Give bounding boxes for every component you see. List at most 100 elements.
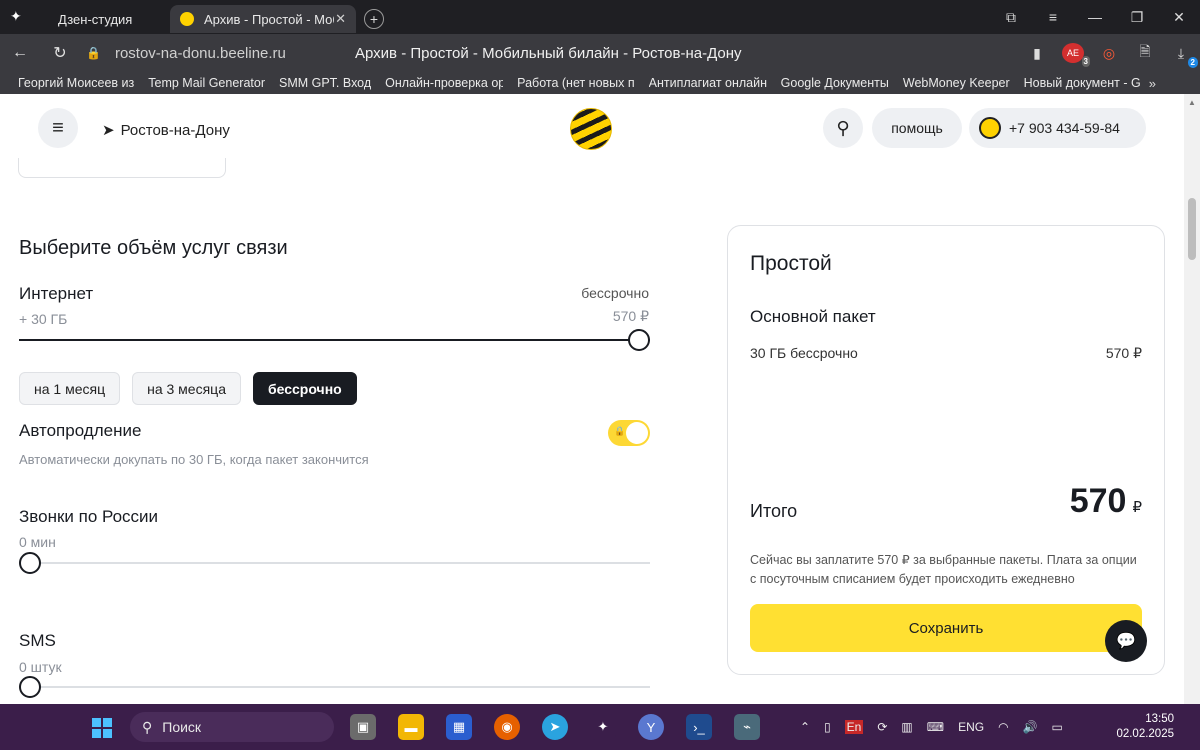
save-button[interactable]: Сохранить: [750, 604, 1142, 652]
ae-badge: 3: [1081, 56, 1090, 67]
calls-amount: 0 мин: [19, 534, 56, 550]
bookmark-item[interactable]: Работа (нет новых п: [517, 76, 635, 90]
page-title: Архив - Простой - Мобильный билайн - Рос…: [355, 44, 742, 62]
magic-app-icon[interactable]: ✦: [590, 714, 616, 740]
yandex-browser-icon[interactable]: Y: [638, 714, 664, 740]
clock-date: 02.02.2025: [1116, 728, 1174, 740]
usb-icon[interactable]: ▯: [824, 720, 831, 734]
bookmark-item[interactable]: WebMoney Keeper: [903, 76, 1010, 90]
bookmark-item[interactable]: Новый документ - G: [1024, 76, 1141, 90]
battery-icon[interactable]: ▭: [1052, 720, 1063, 734]
tab-favicon-icon: [180, 12, 194, 26]
autorenew-label: Автопродление: [19, 421, 142, 440]
chat-icon[interactable]: 💬: [1105, 620, 1147, 662]
chip-1-month[interactable]: на 1 месяц: [19, 372, 121, 405]
bookmark-item[interactable]: Антиплагиат онлайн: [649, 76, 767, 90]
bookmark-item[interactable]: Google Документы: [781, 76, 889, 90]
resource-monitor-icon[interactable]: ⌁: [734, 714, 760, 740]
record-extension-icon[interactable]: ◎: [1098, 45, 1120, 62]
firefox-icon[interactable]: ◉: [494, 714, 520, 740]
document-extension-icon[interactable]: 🗎: [1134, 41, 1156, 65]
scroll-up-icon[interactable]: ▲: [1188, 98, 1196, 107]
restore-icon[interactable]: ❐: [1116, 9, 1158, 26]
scrollbar-thumb[interactable]: [1188, 198, 1196, 260]
back-icon[interactable]: ←: [0, 44, 40, 62]
language-indicator[interactable]: ENG: [958, 720, 984, 734]
autorenew-description: Автоматически докупать по 30 ГБ, когда п…: [19, 452, 369, 467]
tab-dzen-studio[interactable]: Дзен-студия: [0, 5, 170, 33]
minimize-icon[interactable]: —: [1074, 9, 1116, 25]
wifi-icon[interactable]: ◠: [998, 720, 1008, 734]
help-button[interactable]: помощь: [872, 108, 962, 148]
calls-slider-handle[interactable]: [19, 552, 41, 574]
phone-number: +7 903 434-59-84: [1009, 120, 1120, 136]
previous-card-edge: [18, 158, 226, 178]
download-icon[interactable]: ⤓ 2: [1170, 45, 1198, 68]
internet-term: бессрочно: [581, 285, 649, 301]
city-label: Ростов-на-Дону: [120, 121, 230, 139]
taskbar-search[interactable]: ⚲ Поиск: [130, 712, 334, 742]
sms-slider-handle[interactable]: [19, 676, 41, 698]
bookmark-item[interactable]: SMM GPT. Вход: [279, 76, 371, 90]
lock-icon[interactable]: 🔒: [86, 46, 101, 60]
internet-slider[interactable]: [19, 329, 650, 351]
file-explorer-icon[interactable]: ▬: [398, 714, 424, 740]
chip-unlimited[interactable]: бессрочно: [252, 372, 357, 405]
extension-icons: ▮ AE 3 ◎ 🗎 ⤓ 2: [1026, 41, 1198, 68]
chip-3-months[interactable]: на 3 месяца: [132, 372, 241, 405]
bookmark-item[interactable]: Temp Mail Generator: [148, 76, 265, 90]
beeline-logo[interactable]: [570, 108, 612, 150]
url-text[interactable]: rostov-na-donu.beeline.ru: [115, 45, 286, 62]
bookmarks-more-icon[interactable]: »: [1149, 76, 1156, 91]
windows-taskbar: ⚲ Поиск ▣ ▬ ▦ ◉ ➤ ✦ Y ›_ ⌁ ⌃ ▯ En ⟳ ▥ ⌨ …: [0, 704, 1200, 750]
reload-icon[interactable]: ↻: [40, 43, 80, 63]
sms-label: SMS: [19, 631, 56, 650]
package-line-label: 30 ГБ бессрочно: [750, 345, 858, 361]
tab-manager-icon[interactable]: ⧉: [990, 9, 1032, 26]
powershell-icon[interactable]: ›_: [686, 714, 712, 740]
keyboard-icon[interactable]: ⌨: [927, 720, 944, 734]
telegram-icon[interactable]: ➤: [542, 714, 568, 740]
new-tab-icon[interactable]: +: [364, 9, 384, 29]
tab-label: Архив - Простой - Моб: [204, 11, 334, 27]
page-scrollbar[interactable]: ▲: [1184, 94, 1200, 704]
search-icon: ⚲: [142, 718, 153, 735]
taskbar-clock[interactable]: 13:50 02.02.2025: [1116, 712, 1174, 742]
store-icon[interactable]: ▦: [446, 714, 472, 740]
summary-card: Простой Основной пакет 30 ГБ бессрочно 5…: [727, 225, 1165, 675]
page-content: ≡ ➤ Ростов-на-Дону ⚲ помощь +7 903 434-5…: [0, 94, 1184, 704]
adblock-extension-icon[interactable]: AE 3: [1062, 43, 1090, 67]
tab-label: Дзен-студия: [58, 11, 133, 27]
bookmark-item[interactable]: Георгий Моисеев из: [18, 76, 134, 90]
en-icon[interactable]: En: [844, 720, 864, 734]
autorenew-toggle[interactable]: 🔒: [608, 420, 650, 446]
tray-expand-icon[interactable]: ⌃: [800, 720, 810, 734]
system-tray: ⌃ ▯ En ⟳ ▥ ⌨ ENG ◠ 🔊 ▭: [800, 704, 1063, 750]
city-selector[interactable]: ➤ Ростов-на-Дону: [102, 121, 230, 140]
bookmark-item[interactable]: Онлайн-проверка ор: [385, 76, 503, 90]
account-phone-button[interactable]: +7 903 434-59-84: [969, 108, 1146, 148]
bookmark-icon[interactable]: ▮: [1026, 45, 1048, 62]
menu-icon[interactable]: ≡: [38, 108, 78, 148]
address-bar: ← ↻ 🔒 rostov-na-donu.beeline.ru Архив - …: [0, 34, 1200, 72]
browser-menu-lines-icon[interactable]: ≡: [1032, 9, 1074, 25]
calls-slider[interactable]: [19, 552, 650, 574]
section-title: Выберите объём услуг связи: [19, 237, 288, 259]
sms-slider[interactable]: [19, 676, 650, 698]
volume-icon[interactable]: 🔊: [1023, 720, 1038, 734]
tab-close-icon[interactable]: ✕: [335, 11, 346, 27]
chart-tray-icon[interactable]: ▥: [901, 720, 912, 734]
search-icon[interactable]: ⚲: [823, 108, 863, 148]
site-header: ≡ ➤ Ростов-на-Дону ⚲ помощь +7 903 434-5…: [0, 94, 1184, 164]
term-chips: на 1 месяц на 3 месяца бессрочно: [19, 372, 357, 405]
close-window-icon[interactable]: ✕: [1158, 9, 1200, 26]
window-controls: ⧉ ≡ — ❐ ✕: [990, 0, 1200, 34]
task-view-icon[interactable]: ▣: [350, 714, 376, 740]
taskbar-apps: ▣ ▬ ▦ ◉ ➤ ✦ Y ›_ ⌁: [350, 714, 760, 740]
calls-label: Звонки по России: [19, 507, 159, 526]
windows-start-icon[interactable]: [92, 718, 112, 738]
sync-icon[interactable]: ⟳: [877, 720, 887, 734]
internet-price: 570 ₽: [612, 308, 649, 324]
tab-beeline-archive[interactable]: Архив - Простой - Моб ✕: [170, 5, 356, 33]
internet-slider-handle[interactable]: [628, 329, 650, 351]
